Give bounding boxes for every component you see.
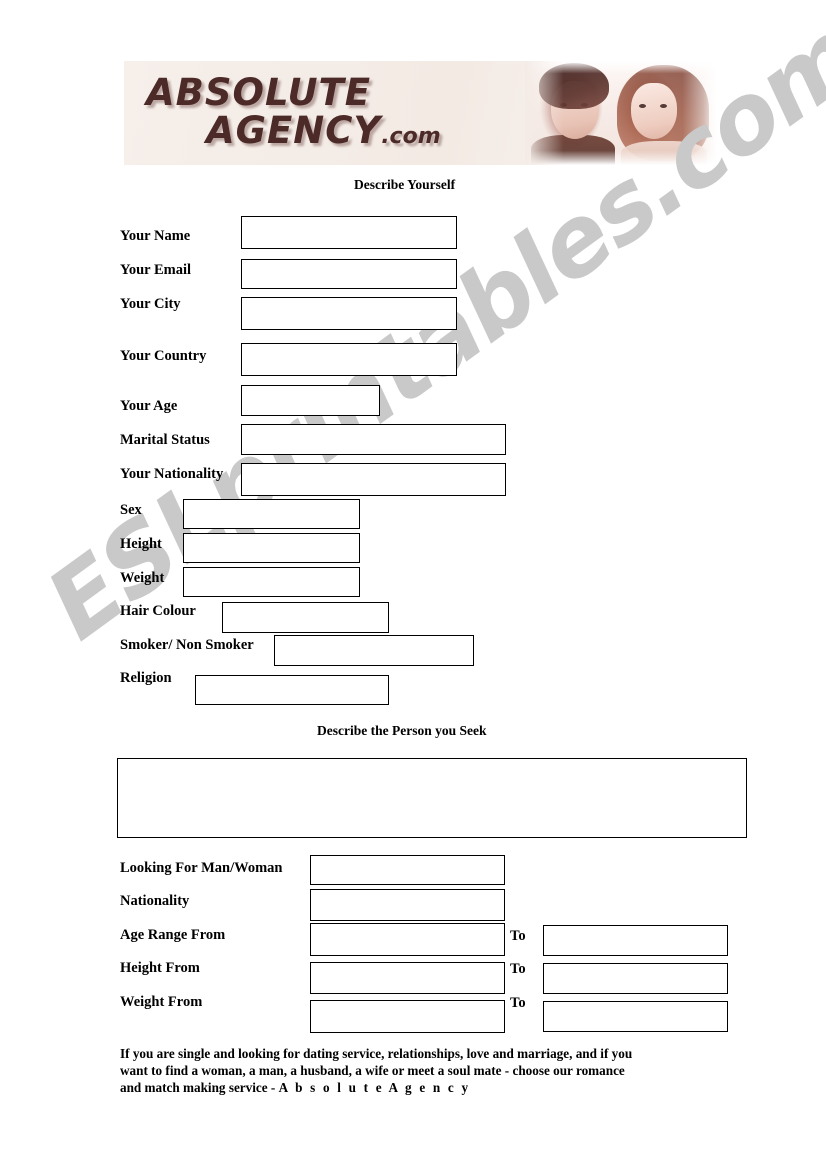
label-marital-status: Marital Status xyxy=(120,432,210,448)
couple-photo xyxy=(525,61,717,165)
label-height-from: Height From xyxy=(120,960,200,976)
heading-describe-yourself: Describe Yourself xyxy=(354,177,456,192)
label-your-nationality: Your Nationality xyxy=(120,466,224,482)
input-weight-from-from[interactable] xyxy=(310,1000,505,1033)
footer-line-3: and match making service - A b s o l u t… xyxy=(120,1080,720,1097)
input-marital-status[interactable] xyxy=(241,424,506,455)
label-your-age: Your Age xyxy=(120,398,178,414)
label-religion: Religion xyxy=(120,670,172,686)
input-looking-for-man-woman[interactable] xyxy=(310,855,505,885)
label-sex: Sex xyxy=(120,502,142,518)
label-age-range-from: Age Range From xyxy=(120,927,226,943)
input-weight[interactable] xyxy=(183,567,360,597)
logo-dotcom: .com xyxy=(381,124,441,149)
input-height-from-from[interactable] xyxy=(310,962,505,994)
textarea-describe-person[interactable] xyxy=(117,758,747,838)
input-hair-colour[interactable] xyxy=(222,602,389,633)
input-your-email[interactable] xyxy=(241,259,457,289)
label-smoker-non-smoker: Smoker/ Non Smoker xyxy=(120,637,254,653)
photo-edge-fade xyxy=(525,61,717,165)
footer-line-2: want to find a woman, a man, a husband, … xyxy=(120,1062,625,1078)
label-nationality: Nationality xyxy=(120,893,190,909)
label-height-from-to: To xyxy=(510,961,526,977)
logo-agency-word: AGENCY xyxy=(206,109,382,152)
label-weight: Weight xyxy=(120,570,165,586)
input-your-nationality[interactable] xyxy=(241,463,506,496)
input-your-city[interactable] xyxy=(241,297,457,330)
input-height[interactable] xyxy=(183,533,360,563)
label-hair-colour: Hair Colour xyxy=(120,603,196,619)
input-your-age[interactable] xyxy=(241,385,380,416)
input-your-name[interactable] xyxy=(241,216,457,249)
label-weight-from: Weight From xyxy=(120,994,203,1010)
input-age-range-from-from[interactable] xyxy=(310,923,505,956)
banner-logo: ABSOLUTE AGENCY.com xyxy=(146,69,566,159)
logo-line-agency: AGENCY.com xyxy=(206,109,441,152)
label-your-city: Your City xyxy=(120,296,181,312)
footer-brand-absolute-agency: A b s o l u t e A g e n c y xyxy=(278,1079,471,1095)
label-age-range-from-to: To xyxy=(510,928,526,944)
input-height-from-to[interactable] xyxy=(543,963,728,994)
label-weight-from-to: To xyxy=(510,995,526,1011)
footer-promo-text: If you are single and looking for dating… xyxy=(120,1046,720,1097)
footer-line-3-prefix: and match making service - xyxy=(120,1079,279,1095)
absolute-agency-banner: ABSOLUTE AGENCY.com xyxy=(124,61,717,165)
input-nationality[interactable] xyxy=(310,889,505,921)
label-your-name: Your Name xyxy=(120,228,191,244)
label-your-email: Your Email xyxy=(120,262,192,278)
input-religion[interactable] xyxy=(195,675,389,705)
input-age-range-from-to[interactable] xyxy=(543,925,728,956)
label-looking-for-man-woman: Looking For Man/Woman xyxy=(120,860,283,876)
worksheet-page: ESLprintables.com ABSOLUTE AGENCY.com De… xyxy=(0,0,826,1169)
input-smoker-non-smoker[interactable] xyxy=(274,635,474,666)
label-your-country: Your Country xyxy=(120,348,207,364)
logo-line-absolute: ABSOLUTE xyxy=(146,71,372,114)
heading-describe-person-you-seek: Describe the Person you Seek xyxy=(317,723,487,738)
input-weight-from-to[interactable] xyxy=(543,1001,728,1032)
label-height: Height xyxy=(120,536,162,552)
input-your-country[interactable] xyxy=(241,343,457,376)
footer-line-1: If you are single and looking for dating… xyxy=(120,1046,633,1061)
input-sex[interactable] xyxy=(183,499,360,529)
